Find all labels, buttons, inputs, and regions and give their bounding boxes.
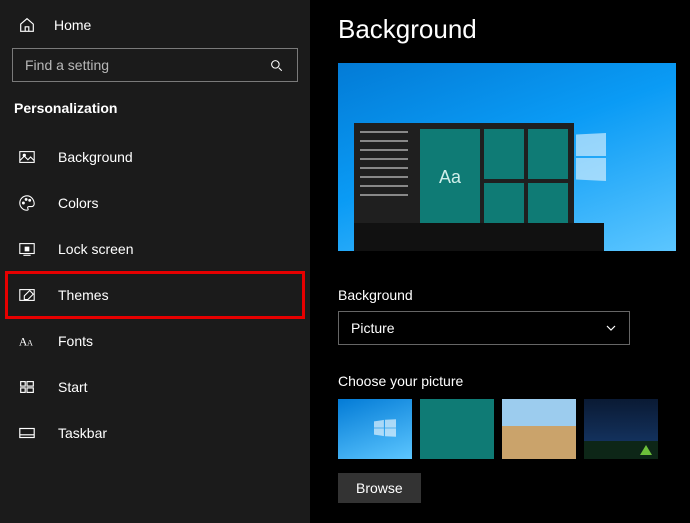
fonts-icon: AA: [18, 332, 36, 350]
themes-icon: [18, 286, 36, 304]
sidebar-item-label: Themes: [58, 287, 109, 303]
sidebar-item-label: Start: [58, 379, 88, 395]
preview-taskbar: [354, 223, 604, 251]
section-title: Personalization: [0, 100, 310, 134]
sidebar-item-fonts[interactable]: AA Fonts: [0, 318, 310, 364]
home-icon: [18, 16, 36, 34]
search-placeholder: Find a setting: [25, 57, 109, 73]
preview-start-menu: Aa: [354, 123, 574, 223]
sidebar-item-start[interactable]: Start: [0, 364, 310, 410]
background-type-dropdown[interactable]: Picture: [338, 311, 630, 345]
sidebar-item-label: Background: [58, 149, 133, 165]
home-label: Home: [54, 17, 91, 33]
dropdown-value: Picture: [351, 320, 395, 336]
lock-screen-icon: [18, 240, 36, 258]
settings-window: Home Find a setting Personalization Back…: [0, 0, 690, 523]
svg-text:A: A: [27, 339, 33, 348]
background-dropdown-label: Background: [338, 287, 690, 303]
preview-tile-text: Aa: [420, 129, 480, 225]
palette-icon: [18, 194, 36, 212]
start-icon: [18, 378, 36, 396]
sidebar-item-colors[interactable]: Colors: [0, 180, 310, 226]
chevron-down-icon: [605, 322, 617, 334]
picture-thumbnail[interactable]: [338, 399, 412, 459]
page-title: Background: [338, 14, 690, 45]
picture-thumbnails: [338, 399, 690, 459]
sidebar-item-label: Lock screen: [58, 241, 133, 257]
sidebar-item-lock-screen[interactable]: Lock screen: [0, 226, 310, 272]
main-panel: Background Aa Background Picture Choose …: [310, 0, 690, 523]
browse-button[interactable]: Browse: [338, 473, 421, 503]
sidebar-item-background[interactable]: Background: [0, 134, 310, 180]
sidebar-item-label: Fonts: [58, 333, 93, 349]
sidebar: Home Find a setting Personalization Back…: [0, 0, 310, 523]
picture-icon: [18, 148, 36, 166]
sidebar-item-label: Taskbar: [58, 425, 107, 441]
sidebar-item-label: Colors: [58, 195, 98, 211]
sidebar-item-taskbar[interactable]: Taskbar: [0, 410, 310, 456]
picture-thumbnail[interactable]: [502, 399, 576, 459]
desktop-preview: Aa: [338, 63, 676, 251]
search-input[interactable]: Find a setting: [12, 48, 298, 82]
picture-thumbnail[interactable]: [420, 399, 494, 459]
choose-picture-label: Choose your picture: [338, 373, 690, 389]
taskbar-icon: [18, 424, 36, 442]
home-button[interactable]: Home: [0, 12, 310, 48]
picture-thumbnail[interactable]: [584, 399, 658, 459]
search-icon: [267, 56, 285, 74]
sidebar-item-themes[interactable]: Themes: [6, 272, 304, 318]
